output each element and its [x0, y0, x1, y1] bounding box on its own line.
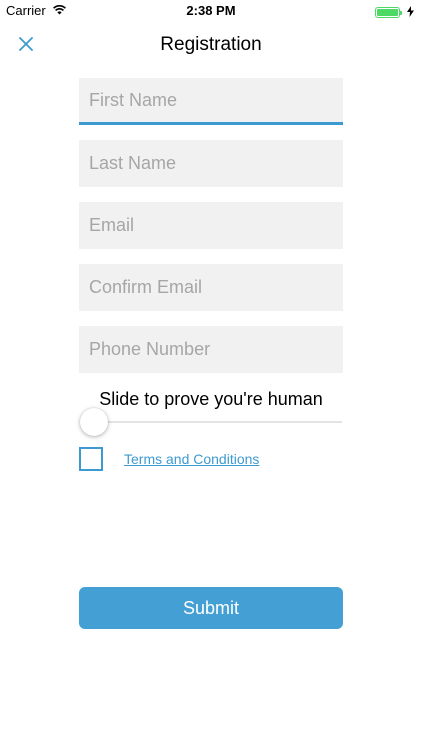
battery-fill: [377, 9, 398, 16]
slider-label: Slide to prove you're human: [99, 389, 323, 409]
page-title: Registration: [160, 34, 262, 55]
status-time: 2:38 PM: [186, 3, 236, 18]
human-slider-thumb[interactable]: [80, 408, 108, 436]
human-slider-track[interactable]: [94, 421, 342, 423]
phone-number-input[interactable]: [79, 326, 343, 373]
status-bar: Carrier 2:38 PM: [0, 0, 422, 22]
registration-screen: Carrier 2:38 PM Registration First Name …: [0, 0, 422, 750]
status-right: [375, 5, 414, 20]
nav-bar: Registration: [0, 22, 422, 68]
last-name-input[interactable]: [79, 140, 343, 187]
email-input[interactable]: [79, 202, 343, 249]
first-name-input[interactable]: [79, 78, 343, 125]
charging-bolt-icon: [407, 5, 414, 20]
confirm-email-input[interactable]: [79, 264, 343, 311]
submit-button[interactable]: Submit: [79, 587, 343, 629]
battery-icon: [375, 7, 402, 18]
terms-checkbox[interactable]: [79, 447, 103, 471]
terms-link[interactable]: Terms and Conditions: [124, 451, 259, 467]
